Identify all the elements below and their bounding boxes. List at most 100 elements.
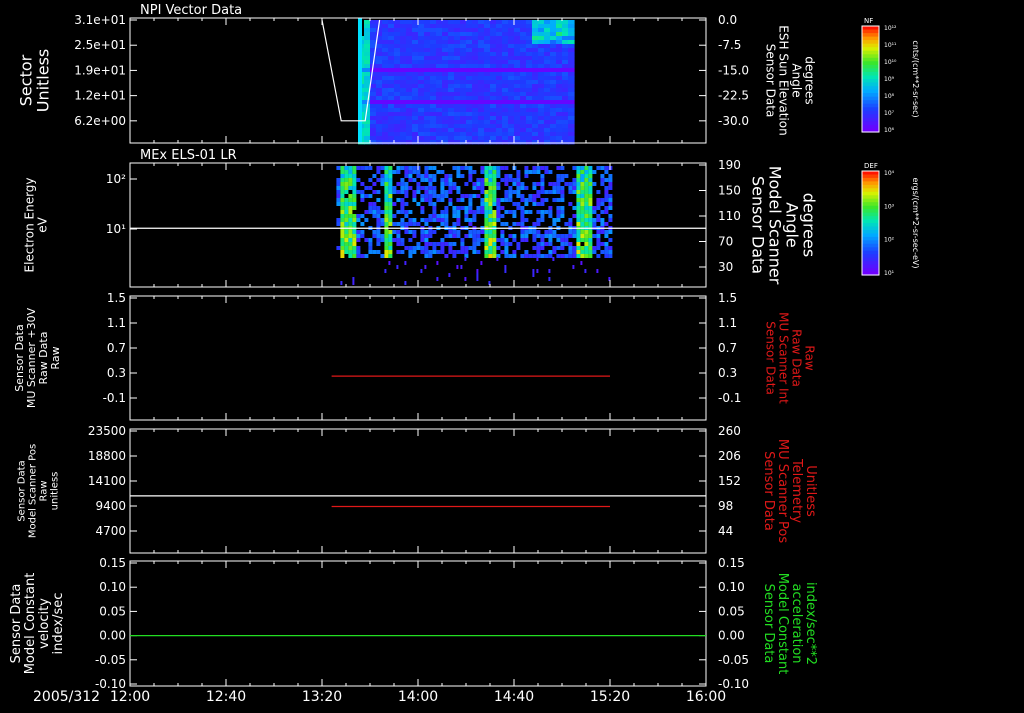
heatmap-cell [478,120,485,125]
heatmap-cell [460,174,465,178]
heatmap-cell [600,198,605,202]
heatmap-cell [456,206,461,210]
right-axis-label-line: Model Constant [775,573,790,675]
heatmap-cell [568,250,573,254]
heatmap-cell [490,36,497,41]
heatmap-cell [340,174,345,178]
heatmap-cell [476,238,481,242]
heatmap-cell [448,92,455,97]
colorbar-swatch [862,254,879,259]
heatmap-cell [490,100,497,105]
heatmap-cell [600,178,605,182]
left-axis-label-line: Unitless [34,49,53,113]
heatmap-cell [394,72,401,77]
heatmap-cell [428,174,433,178]
heatmap-cell [556,120,563,125]
heatmap-cell [436,214,441,218]
heatmap-cell [550,28,557,33]
heatmap-cell [538,124,545,129]
heatmap-cell [556,56,563,61]
heatmap-cell [552,182,557,186]
heatmap-cell [370,132,377,137]
heatmap-cell [508,116,515,121]
heatmap-cell [456,186,461,190]
heatmap-cell [532,273,535,277]
heatmap-cell [460,242,465,246]
heatmap-cell [520,222,525,226]
heatmap-cell [532,120,539,125]
heatmap-cell [496,210,501,214]
heatmap-cell [376,64,383,69]
heatmap-cell [400,218,405,222]
heatmap-cell [472,40,479,45]
heatmap-cell [520,182,525,186]
heatmap-cell [560,242,565,246]
heatmap-cell [400,24,407,29]
heatmap-cell [562,60,569,65]
heatmap-cell [430,32,437,37]
heatmap-cell [388,44,395,49]
heatmap-cell [340,170,345,174]
heatmap-cell [456,166,461,170]
heatmap-cell [404,281,407,285]
right-axis-label-line: Sensor Data [764,44,778,118]
heatmap-cell [532,202,537,206]
heatmap-cell [448,84,455,89]
heatmap-cell [432,178,437,182]
heatmap-cell [504,222,509,226]
heatmap-cell [550,32,557,37]
heatmap-cell [352,198,357,202]
heatmap-edge [358,18,362,143]
heatmap-cell [580,238,585,242]
heatmap-cell [364,40,371,45]
colorbar-2: DEF10⁴10³10²10¹ergs/(cm**2-sr-sec-eV) [861,162,920,277]
heatmap-cell [472,76,479,81]
heatmap-cell [538,40,545,45]
heatmap-cell [502,120,509,125]
heatmap-cell [536,170,541,174]
heatmap-cell [430,128,437,133]
colorbar-swatch [862,240,879,245]
heatmap-cell [412,32,419,37]
heatmap-cell [400,124,407,129]
heatmap-cell [388,202,393,206]
heatmap-cell [600,210,605,214]
heatmap-cell [588,174,593,178]
heatmap-cell [584,210,589,214]
heatmap-cell [532,104,539,109]
heatmap-cell [480,182,485,186]
heatmap-cell [500,234,505,238]
heatmap-cell [476,234,481,238]
right-axis-label-line: MU Scanner Int [777,312,791,404]
heatmap-cell [384,250,389,254]
heatmap-cell [384,218,389,222]
heatmap-cell [520,40,527,45]
heatmap-cell [526,72,533,77]
heatmap-cell [526,84,533,89]
colorbar-swatch [862,110,879,115]
heatmap-cell [544,24,551,29]
heatmap-cell [432,166,437,170]
heatmap-cell [430,48,437,53]
heatmap-cell [484,222,489,226]
heatmap-cell [436,170,441,174]
heatmap-cell [394,132,401,137]
heatmap-cell [400,56,407,61]
heatmap-cell [472,36,479,41]
heatmap-cell [464,246,469,250]
heatmap-cell [504,242,509,246]
heatmap-cell [532,234,537,238]
heatmap-cell [544,36,551,41]
heatmap-cell [496,24,503,29]
panel-5: 0.150.100.050.00-0.05-0.100.150.100.050.… [9,556,818,691]
heatmap-cell [416,222,421,226]
heatmap-cell [536,218,541,222]
colorbar-swatch [862,219,879,224]
heatmap-cell [388,104,395,109]
heatmap-cell [532,96,539,101]
heatmap-cell [376,218,381,222]
heatmap-cell [428,190,433,194]
heatmap-cell [576,222,581,226]
heatmap-cell [536,222,541,226]
heatmap-cell [388,56,395,61]
